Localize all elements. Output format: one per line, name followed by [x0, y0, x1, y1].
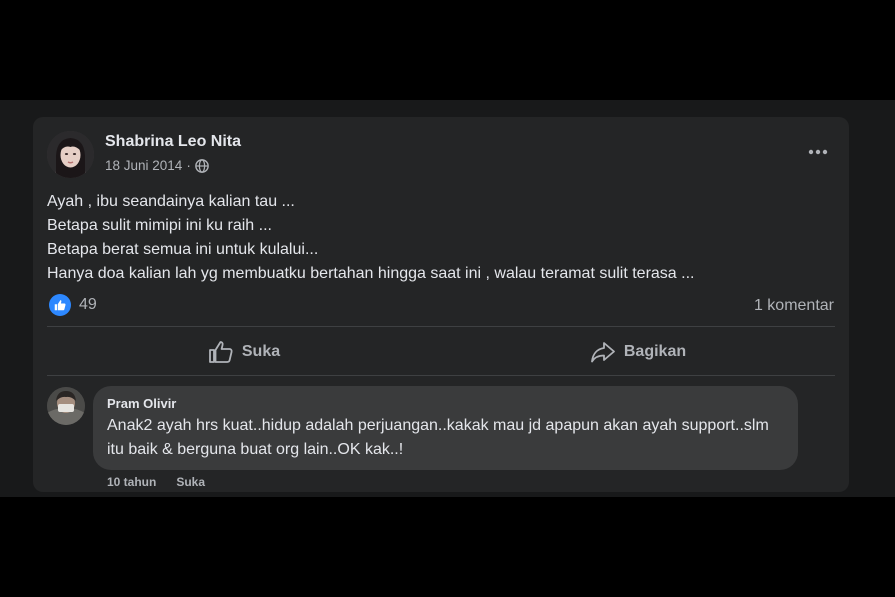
- post-author-name[interactable]: Shabrina Leo Nita: [105, 133, 241, 151]
- globe-icon: [195, 158, 209, 173]
- thumbs-up-icon: [208, 340, 233, 363]
- reaction-count: 49: [79, 296, 97, 313]
- commenter-avatar[interactable]: [47, 387, 85, 425]
- like-button-label: Suka: [241, 342, 281, 360]
- more-horizontal-icon: [808, 149, 828, 155]
- author-avatar-image: [47, 131, 94, 178]
- feed-area: Shabrina Leo Nita 18 Juni 2014 · Ayah , …: [0, 100, 895, 497]
- meta-separator: ·: [186, 158, 191, 173]
- like-button[interactable]: Suka: [47, 328, 441, 375]
- comment-bubble: Pram Olivir Anak2 ayah hrs kuat..hidup a…: [93, 386, 798, 470]
- actions-top-divider: [47, 326, 835, 327]
- share-arrow-icon: [590, 341, 615, 362]
- post-actions-bar: Suka Bagikan: [47, 328, 835, 375]
- actions-bottom-divider: [47, 375, 835, 376]
- share-button[interactable]: Bagikan: [441, 328, 835, 375]
- post-line: Betapa sulit mimipi ini ku raih ...: [47, 217, 272, 234]
- like-icon: [49, 294, 71, 316]
- commenter-avatar-image: [47, 387, 85, 425]
- reaction-summary[interactable]: 49: [49, 294, 97, 316]
- post-meta: 18 Juni 2014 ·: [105, 158, 209, 173]
- comment-count-link[interactable]: 1 komentar: [754, 297, 834, 315]
- post-line: Betapa berat semua ini untuk kulalui...: [47, 241, 319, 258]
- comment-text: Anak2 ayah hrs kuat..hidup adalah perjua…: [107, 417, 769, 458]
- post-date[interactable]: 18 Juni 2014: [105, 158, 182, 173]
- share-button-label: Bagikan: [623, 342, 687, 360]
- post-options-button[interactable]: [805, 139, 831, 165]
- post-card: Shabrina Leo Nita 18 Juni 2014 · Ayah , …: [33, 117, 849, 492]
- comment-timestamp[interactable]: 10 tahun: [107, 475, 156, 489]
- post-body: Ayah , ibu seandainya kalian tau ... Bet…: [47, 190, 837, 286]
- comment-author-name[interactable]: Pram Olivir: [107, 396, 176, 411]
- post-line: Ayah , ibu seandainya kalian tau ...: [47, 193, 295, 210]
- comment-like-button[interactable]: Suka: [176, 475, 205, 489]
- comment-meta: 10 tahun Suka: [107, 475, 225, 489]
- post-line: Hanya doa kalian lah yg membuatku bertah…: [47, 265, 695, 282]
- author-avatar[interactable]: [47, 131, 94, 178]
